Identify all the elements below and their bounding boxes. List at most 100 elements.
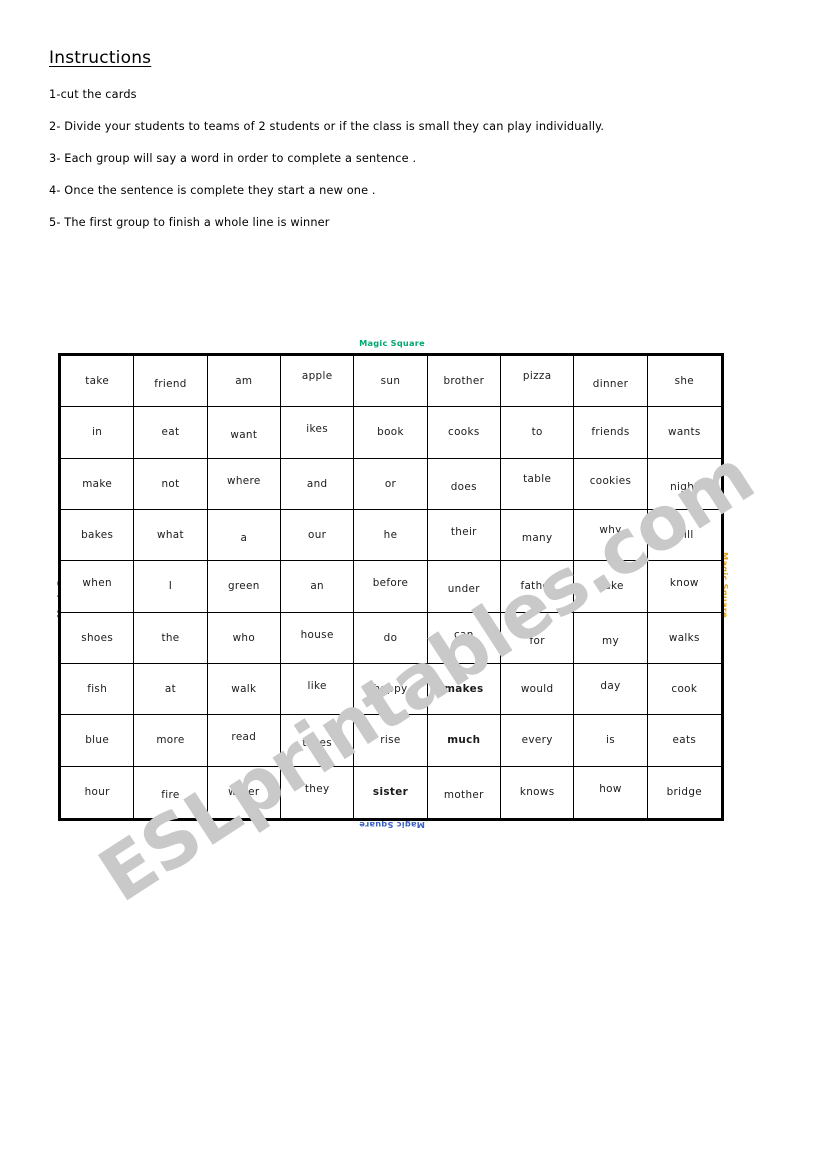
word-cell[interactable]: eats (647, 715, 721, 767)
word-cell[interactable]: our (281, 509, 355, 562)
word-cell[interactable]: wants (647, 407, 721, 459)
word-cell[interactable]: in (61, 407, 135, 459)
word-cell[interactable]: she (647, 356, 721, 408)
word-cell[interactable]: ikes (281, 407, 355, 459)
word-cell[interactable]: house (281, 612, 355, 664)
word-cell[interactable]: where (207, 458, 281, 510)
word-cell[interactable]: take (61, 356, 135, 408)
word-cell[interactable]: who (207, 612, 281, 664)
word-cell[interactable]: or (354, 458, 428, 510)
word-cell[interactable]: water (208, 766, 281, 818)
word-cell-label: their (450, 525, 477, 538)
word-cell[interactable]: fish (61, 663, 135, 716)
word-cell[interactable]: would (501, 663, 575, 716)
word-cell[interactable]: do (354, 612, 428, 664)
word-cell[interactable]: to (501, 407, 575, 459)
word-cell[interactable]: takes (281, 715, 355, 767)
word-cell[interactable]: under (427, 561, 501, 613)
word-cell[interactable]: blue (61, 715, 135, 767)
word-cell[interactable]: day (574, 663, 648, 716)
word-cell-label: when (82, 577, 112, 590)
word-cell[interactable]: can (427, 612, 501, 664)
word-cell[interactable]: book (354, 407, 428, 459)
word-cell[interactable]: before (354, 561, 428, 613)
word-cell[interactable]: walk (207, 663, 281, 716)
word-cell[interactable]: read (207, 715, 281, 767)
word-cell[interactable]: cook (647, 664, 721, 716)
word-cell[interactable]: know (647, 561, 721, 613)
word-cell[interactable]: shoes (61, 612, 135, 664)
word-cell[interactable]: knows (501, 766, 575, 818)
word-cell-label: would (520, 682, 554, 695)
word-cell-label: hour (84, 786, 110, 799)
word-cell-label: what (157, 528, 184, 541)
word-cell[interactable]: many (501, 509, 575, 562)
word-cell[interactable]: when (61, 561, 135, 613)
word-cell[interactable]: for (501, 612, 575, 664)
word-cell[interactable]: mother (428, 766, 501, 818)
word-cell[interactable]: my (574, 612, 648, 664)
word-cell[interactable]: more (134, 715, 208, 767)
word-cell[interactable]: much (427, 715, 501, 767)
word-cell[interactable]: sister (354, 766, 428, 818)
word-cell[interactable]: bake (574, 561, 648, 613)
word-cell[interactable]: green (207, 561, 281, 613)
word-cell-label: know (669, 577, 699, 590)
worksheet-page: Instructions 1-cut the cards 2- Divide y… (0, 0, 826, 1169)
magic-square-board: Magic Square Magic Square Magic Square M… (55, 335, 768, 919)
word-cell[interactable]: they (281, 766, 355, 818)
word-cell[interactable]: sun (354, 356, 428, 408)
word-cell[interactable]: brother (427, 356, 501, 408)
word-cell[interactable]: why (574, 509, 648, 562)
word-cell[interactable]: night (647, 459, 721, 510)
word-cell[interactable]: happy (354, 663, 428, 716)
word-cell[interactable]: the (134, 612, 208, 664)
word-cell-label: is (605, 734, 615, 747)
word-cell[interactable]: friends (574, 407, 648, 459)
word-cell[interactable]: cooks (427, 407, 501, 459)
word-cell[interactable]: he (354, 509, 428, 562)
word-cell[interactable]: what (134, 509, 208, 562)
word-cell[interactable]: every (501, 715, 575, 767)
word-cell[interactable]: at (134, 663, 208, 716)
word-cell[interactable]: am (207, 356, 281, 408)
word-cell[interactable]: pizza (501, 356, 575, 408)
word-cell[interactable]: and (281, 458, 355, 510)
word-cell[interactable]: how (574, 766, 648, 818)
word-cell[interactable]: cookies (574, 458, 648, 510)
word-cell[interactable]: I (134, 561, 208, 613)
word-cell[interactable]: will (647, 510, 721, 562)
word-cell[interactable]: an (281, 561, 355, 613)
word-cell-label: he (383, 528, 398, 541)
word-cell[interactable]: fire (134, 766, 208, 818)
word-cell-label: day (600, 679, 621, 692)
word-cell[interactable]: does (427, 458, 501, 510)
word-cell-label: who (232, 631, 256, 644)
word-cell-label: every (521, 734, 553, 747)
word-cell-label: table (523, 472, 552, 485)
word-cell-label: am (235, 374, 253, 387)
word-cell[interactable]: dinner (574, 356, 648, 408)
word-cell[interactable]: eat (134, 407, 208, 459)
word-cell-label: where (226, 474, 261, 487)
word-cell[interactable]: a (207, 509, 281, 562)
word-cell-label: many (521, 531, 553, 544)
word-cell[interactable]: make (61, 458, 135, 510)
word-cell[interactable]: walks (647, 613, 721, 664)
word-cell[interactable]: rise (354, 715, 428, 767)
word-cell[interactable]: makes (427, 663, 501, 716)
word-cell-label: for (529, 634, 545, 647)
word-cell[interactable]: friend (134, 356, 208, 408)
word-cell[interactable]: is (574, 715, 648, 767)
word-cell[interactable]: bakes (61, 509, 135, 562)
word-cell[interactable]: like (281, 663, 355, 716)
word-cell[interactable]: want (207, 407, 281, 459)
word-cell-label: at (164, 682, 177, 695)
word-cell[interactable]: father (501, 561, 575, 613)
word-cell[interactable]: hour (61, 766, 135, 818)
word-cell[interactable]: bridge (648, 767, 721, 818)
word-cell[interactable]: apple (281, 356, 355, 408)
word-cell[interactable]: not (134, 458, 208, 510)
word-cell[interactable]: table (501, 458, 575, 510)
word-cell[interactable]: their (427, 509, 501, 562)
